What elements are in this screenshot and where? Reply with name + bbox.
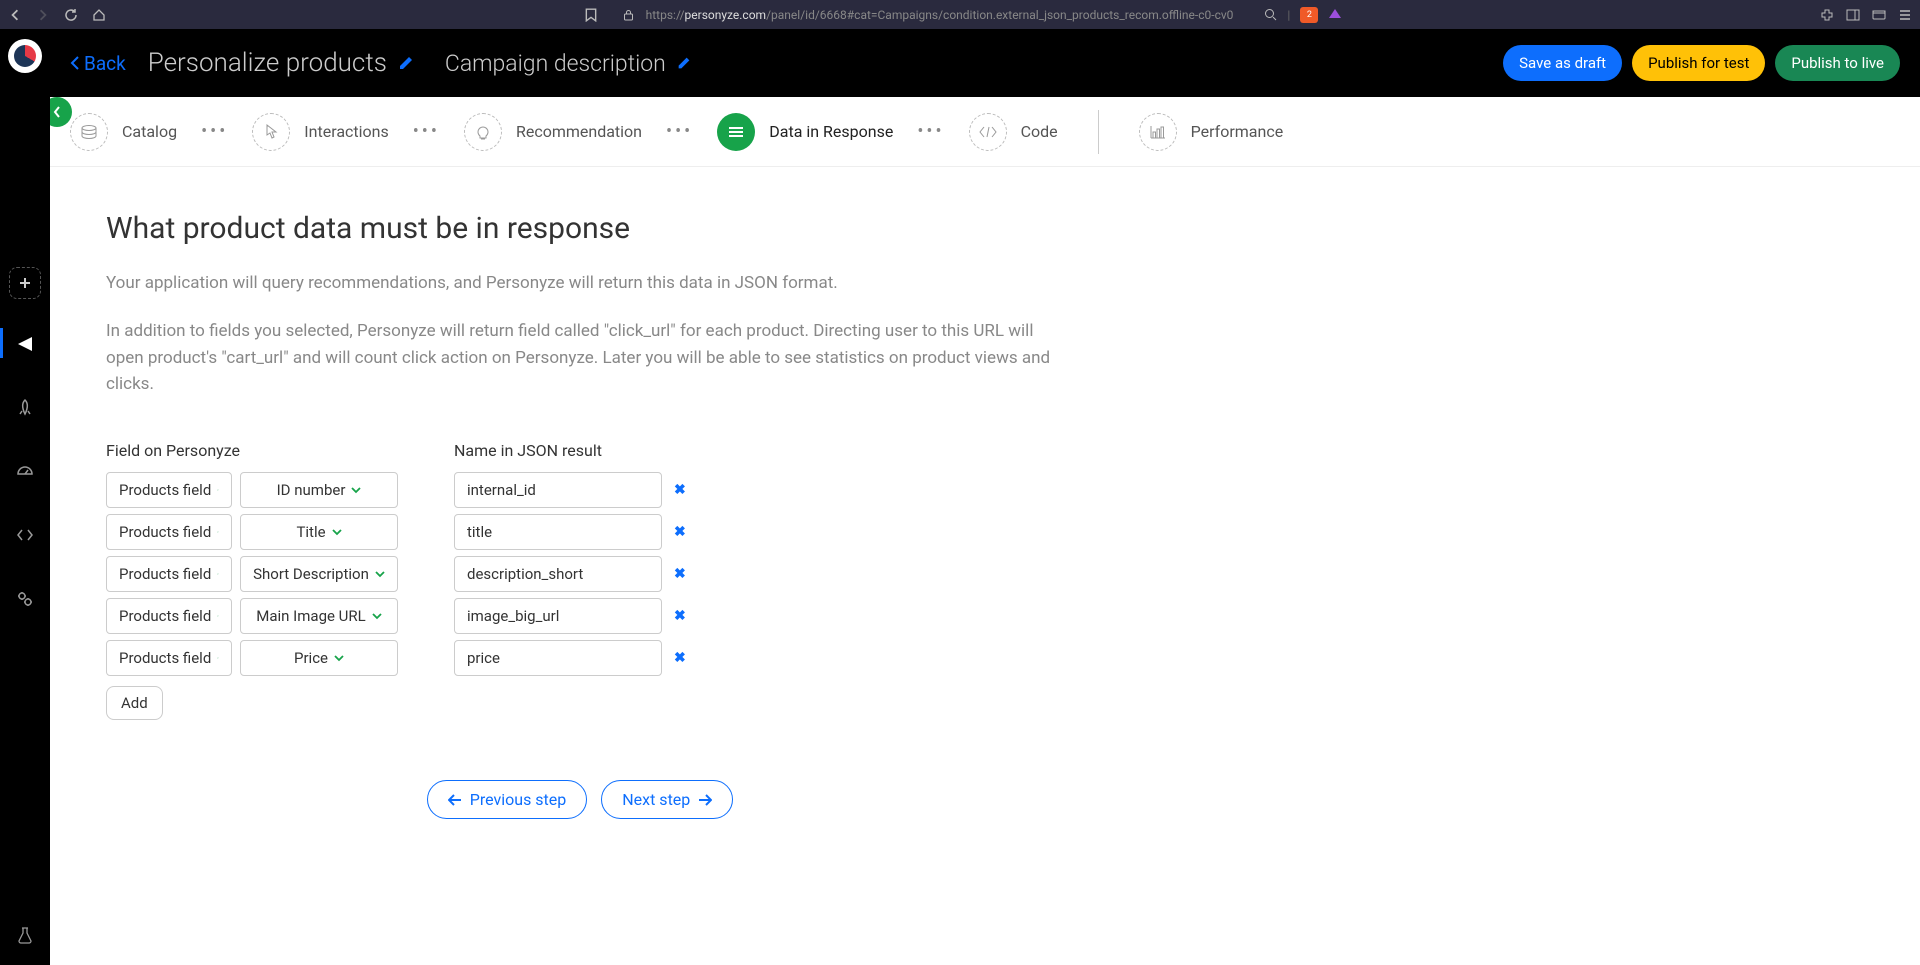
dashboard-icon[interactable] bbox=[5, 451, 45, 491]
back-link[interactable]: Back bbox=[70, 52, 126, 75]
lock-icon bbox=[622, 8, 636, 22]
campaign-title: Personalize products bbox=[148, 48, 415, 78]
column-header-field: Field on Personyze bbox=[106, 441, 398, 460]
remove-row-icon[interactable]: ✖ bbox=[674, 524, 686, 540]
app-header: Back Personalize products Campaign descr… bbox=[50, 29, 1920, 97]
step-interactions[interactable]: Interactions bbox=[252, 113, 388, 151]
column-header-json: Name in JSON result bbox=[454, 441, 694, 460]
section-title: What product data must be in response bbox=[106, 211, 1054, 246]
step-data[interactable]: Data in Response bbox=[717, 113, 893, 151]
attribute-dropdown[interactable]: Short Description bbox=[240, 556, 398, 592]
left-rail bbox=[0, 29, 50, 965]
browser-toolbar: https://personyze.com/panel/id/6668#cat=… bbox=[0, 0, 1920, 29]
publish-test-button[interactable]: Publish for test bbox=[1632, 45, 1765, 81]
description-2: In addition to fields you selected, Pers… bbox=[106, 318, 1054, 397]
zoom-icon[interactable] bbox=[1263, 8, 1277, 22]
brave-rewards-icon[interactable] bbox=[1328, 8, 1342, 22]
edit-description-icon[interactable] bbox=[676, 55, 692, 71]
add-button[interactable] bbox=[9, 267, 41, 299]
step-code[interactable]: Code bbox=[969, 113, 1058, 151]
browser-menu-icon[interactable] bbox=[1898, 8, 1912, 22]
app-logo[interactable] bbox=[8, 39, 42, 73]
remove-row-icon[interactable]: ✖ bbox=[674, 608, 686, 624]
publish-live-button[interactable]: Publish to live bbox=[1775, 45, 1900, 81]
attribute-dropdown[interactable]: ID number bbox=[240, 472, 398, 508]
step-bar: Catalog ••• Interactions ••• Recommendat… bbox=[50, 97, 1920, 167]
step-recommendation[interactable]: Recommendation bbox=[464, 113, 642, 151]
json-name-input[interactable] bbox=[454, 640, 662, 676]
step-separator: ••• bbox=[201, 121, 228, 142]
step-separator: ••• bbox=[666, 121, 693, 142]
json-name-input[interactable] bbox=[454, 472, 662, 508]
attribute-dropdown[interactable]: Title bbox=[240, 514, 398, 550]
json-name-input[interactable] bbox=[454, 598, 662, 634]
products-field-dropdown[interactable]: Products field bbox=[106, 556, 232, 592]
edit-title-icon[interactable] bbox=[397, 54, 415, 72]
add-field-button[interactable]: Add bbox=[106, 686, 163, 720]
browser-forward-icon[interactable] bbox=[36, 8, 50, 22]
brave-shield-icon[interactable]: 2 bbox=[1300, 7, 1318, 23]
products-field-dropdown[interactable]: Products field bbox=[106, 640, 232, 676]
save-draft-button[interactable]: Save as draft bbox=[1503, 45, 1622, 81]
json-name-input[interactable] bbox=[454, 556, 662, 592]
step-divider bbox=[1098, 110, 1099, 154]
campaign-description: Campaign description bbox=[445, 50, 692, 77]
bookmark-icon[interactable] bbox=[584, 8, 598, 22]
browser-reload-icon[interactable] bbox=[64, 8, 78, 22]
step-separator: ••• bbox=[917, 121, 944, 142]
launch-icon[interactable] bbox=[5, 387, 45, 427]
products-field-dropdown[interactable]: Products field bbox=[106, 472, 232, 508]
previous-step-button[interactable]: Previous step bbox=[427, 780, 588, 819]
code-icon[interactable] bbox=[5, 515, 45, 555]
campaigns-icon[interactable] bbox=[5, 323, 45, 363]
sidepanel-icon[interactable] bbox=[1846, 8, 1860, 22]
browser-back-icon[interactable] bbox=[8, 8, 22, 22]
remove-row-icon[interactable]: ✖ bbox=[674, 650, 686, 666]
attribute-dropdown[interactable]: Main Image URL bbox=[240, 598, 398, 634]
remove-row-icon[interactable]: ✖ bbox=[674, 566, 686, 582]
description-1: Your application will query recommendati… bbox=[106, 270, 1054, 296]
settings-icon[interactable] bbox=[5, 579, 45, 619]
step-catalog[interactable]: Catalog bbox=[70, 113, 177, 151]
remove-row-icon[interactable]: ✖ bbox=[674, 482, 686, 498]
browser-home-icon[interactable] bbox=[92, 8, 106, 22]
attribute-dropdown[interactable]: Price bbox=[240, 640, 398, 676]
json-name-input[interactable] bbox=[454, 514, 662, 550]
lab-icon[interactable] bbox=[5, 915, 45, 955]
extensions-icon[interactable] bbox=[1820, 8, 1834, 22]
url-bar[interactable]: https://personyze.com/panel/id/6668#cat=… bbox=[646, 8, 1234, 22]
products-field-dropdown[interactable]: Products field bbox=[106, 598, 232, 634]
wallet-icon[interactable] bbox=[1872, 8, 1886, 22]
step-separator: ••• bbox=[413, 121, 440, 142]
next-step-button[interactable]: Next step bbox=[601, 780, 733, 819]
products-field-dropdown[interactable]: Products field bbox=[106, 514, 232, 550]
step-performance[interactable]: Performance bbox=[1139, 113, 1284, 151]
